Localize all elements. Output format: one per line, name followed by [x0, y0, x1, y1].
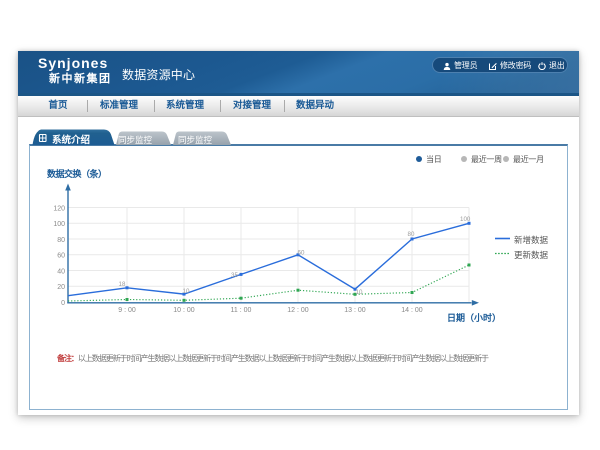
- svg-text:100: 100: [460, 216, 471, 223]
- svg-text:60: 60: [57, 253, 65, 260]
- svg-text:120: 120: [53, 206, 65, 213]
- svg-text:20: 20: [57, 284, 65, 291]
- svg-text:10: 10: [183, 288, 190, 295]
- svg-text:80: 80: [57, 237, 65, 244]
- svg-text:40: 40: [57, 269, 65, 276]
- svg-text:10: 10: [356, 289, 363, 296]
- svg-text:18: 18: [119, 281, 126, 288]
- svg-text:80: 80: [408, 231, 415, 238]
- svg-text:0: 0: [61, 300, 65, 307]
- svg-text:35: 35: [231, 272, 238, 279]
- svg-text:60: 60: [298, 250, 305, 257]
- svg-text:100: 100: [53, 221, 65, 228]
